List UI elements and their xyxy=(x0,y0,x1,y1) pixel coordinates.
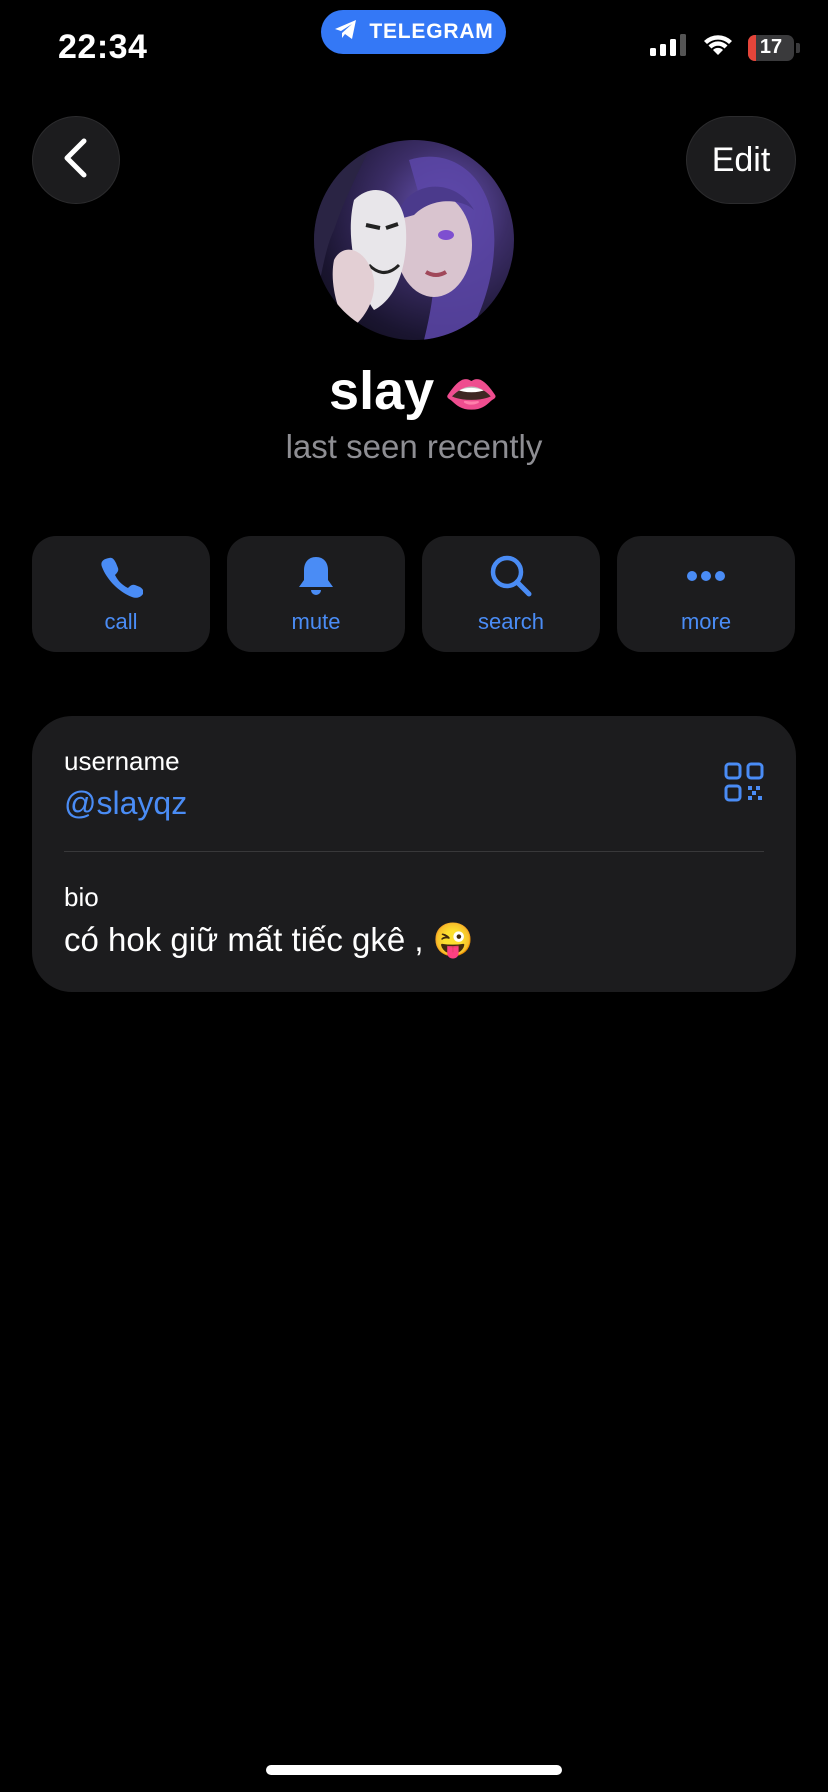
back-button[interactable] xyxy=(32,116,120,204)
username-row[interactable]: username @slayqz xyxy=(64,746,187,822)
chevron-left-icon xyxy=(62,138,90,183)
profile-name: slay xyxy=(329,361,435,421)
bio-label: bio xyxy=(64,882,99,912)
telegram-app-pill[interactable]: TELEGRAM xyxy=(321,10,506,54)
search-icon xyxy=(489,554,533,603)
profile-avatar[interactable] xyxy=(314,140,514,340)
call-label: call xyxy=(104,608,138,634)
bio-row: bio có hok giữ mất tiếc gkê , 😜 xyxy=(64,882,474,960)
profile-info-card: username @slayqz bio có hok giữ mất tiếc… xyxy=(32,716,796,992)
lips-emoji: 👄 xyxy=(444,370,499,419)
more-button[interactable]: more xyxy=(617,536,795,652)
bell-icon xyxy=(296,554,336,603)
battery-percent: 17 xyxy=(759,35,783,58)
edit-button[interactable]: Edit xyxy=(686,116,796,204)
search-label: search xyxy=(477,608,545,634)
cellular-signal-icon xyxy=(650,34,688,61)
wifi-icon xyxy=(702,33,734,62)
phone-icon xyxy=(99,554,144,603)
home-indicator[interactable] xyxy=(266,1765,562,1775)
telegram-paper-plane-icon xyxy=(333,18,359,47)
profile-name-row: slay 👄 xyxy=(0,360,828,422)
mute-label: mute xyxy=(291,608,341,634)
username-label: username xyxy=(64,746,180,776)
more-label: more xyxy=(680,608,732,634)
search-button[interactable]: search xyxy=(422,536,600,652)
battery-cap xyxy=(796,42,800,53)
telegram-pill-label: TELEGRAM xyxy=(369,20,494,43)
status-icons: 17 xyxy=(650,33,800,62)
call-button[interactable]: call xyxy=(32,536,210,652)
last-seen-status: last seen recently xyxy=(285,428,543,465)
qr-code-icon[interactable] xyxy=(724,762,764,807)
battery-icon: 17 xyxy=(748,34,794,61)
bio-value: có hok giữ mất tiếc gkê , 😜 xyxy=(64,921,474,958)
more-icon xyxy=(684,554,728,603)
status-time: 22:34 xyxy=(58,28,148,66)
username-value[interactable]: @slayqz xyxy=(64,785,187,822)
mute-button[interactable]: mute xyxy=(227,536,405,652)
card-divider xyxy=(64,851,764,852)
